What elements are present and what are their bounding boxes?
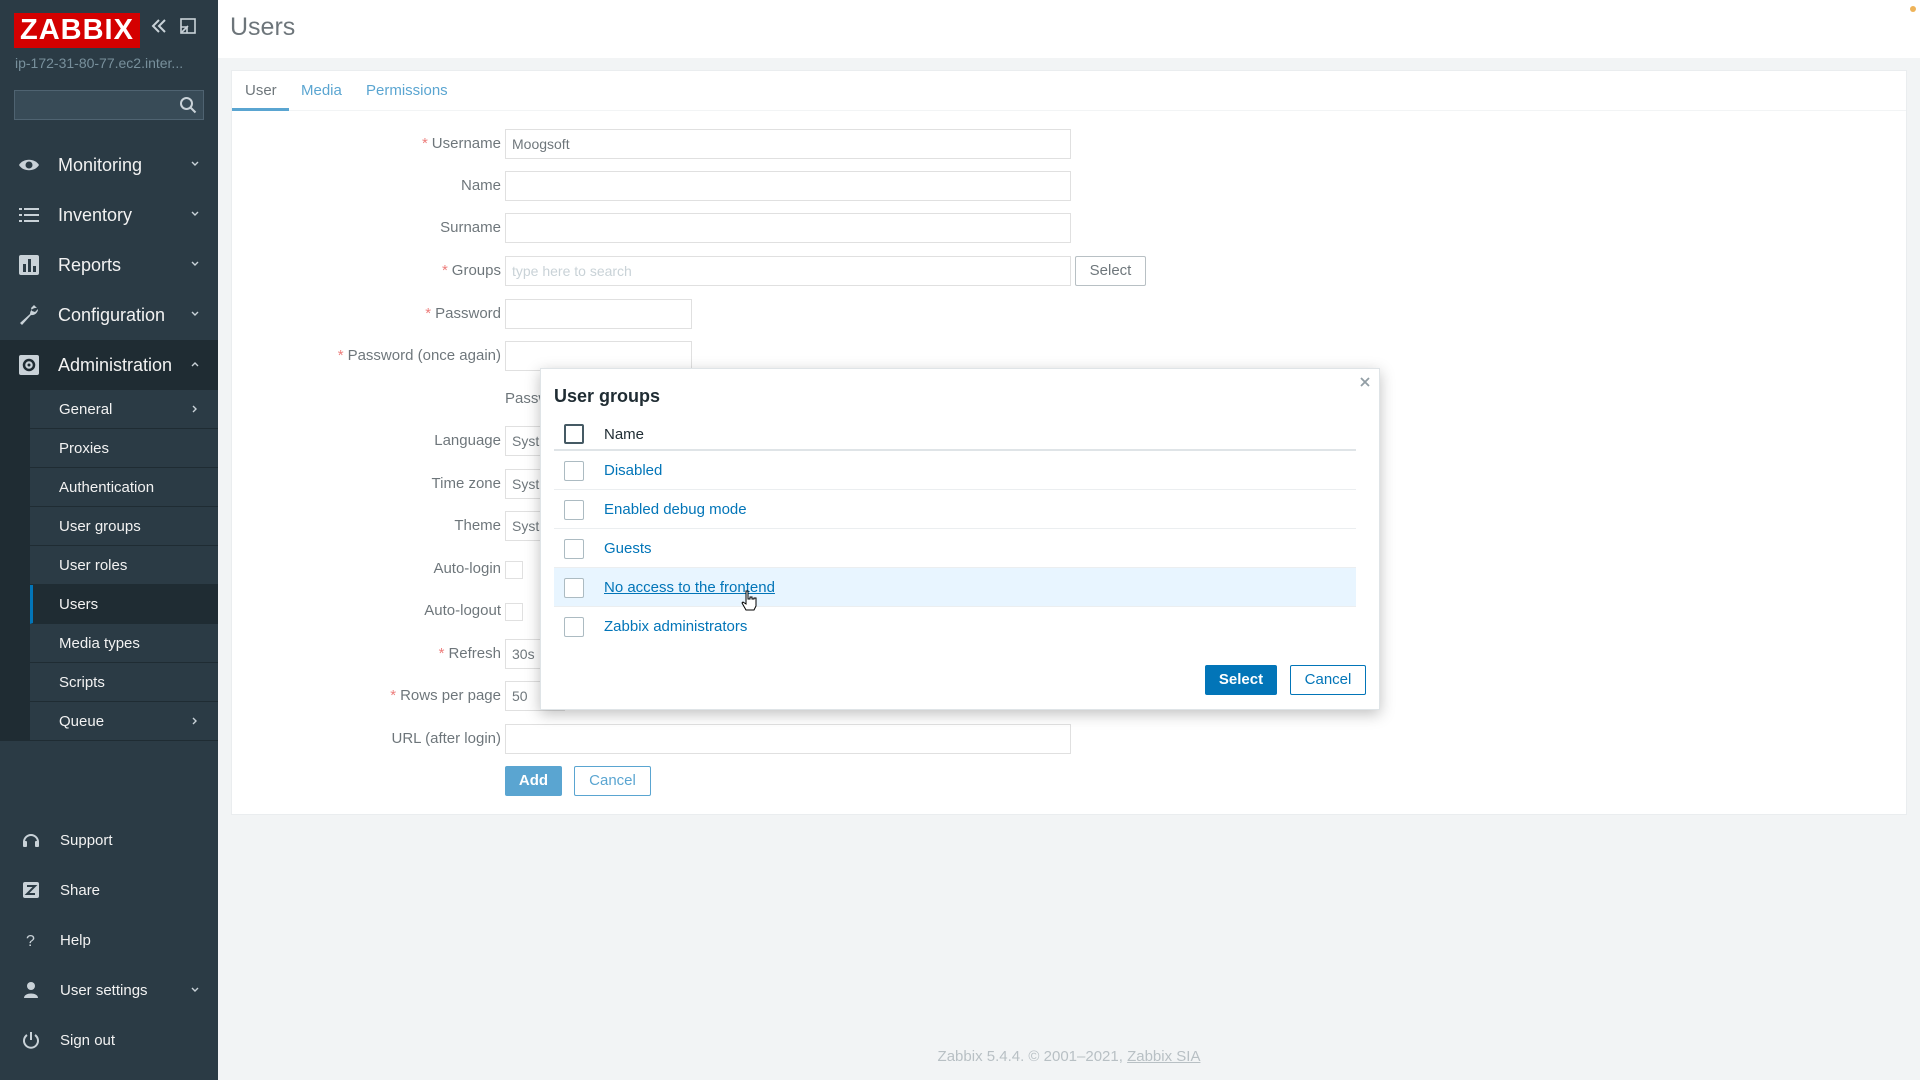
menu-configuration-label: Configuration	[58, 304, 166, 325]
submenu-proxies[interactable]: Proxies	[30, 429, 218, 468]
menu-monitoring[interactable]: Monitoring	[0, 140, 218, 190]
menu-sign-out-label: Sign out	[60, 1031, 116, 1049]
chevron-down-icon	[191, 261, 199, 266]
submenu-label: User groups	[59, 517, 141, 535]
submenu-users[interactable]: Users	[30, 585, 218, 624]
collapse-sidebar-icon[interactable]	[149, 16, 169, 36]
column-name-header: Name	[604, 426, 645, 443]
close-icon[interactable]	[1358, 375, 1372, 389]
user-groups-table: Name Disabled Enabled debug mode Guests …	[554, 417, 1356, 646]
headset-icon	[23, 834, 39, 847]
menu-monitoring-label: Monitoring	[58, 154, 143, 175]
menu-configuration[interactable]: Configuration	[0, 290, 218, 340]
submenu-user-roles[interactable]: User roles	[30, 546, 218, 585]
sidebar: ZABBIX ip-172-31-80-77.ec2.inter... Moni…	[0, 0, 218, 1080]
menu-share-label: Share	[60, 881, 101, 899]
menu-inventory-label: Inventory	[58, 204, 133, 225]
submenu-label: Authentication	[59, 478, 155, 496]
group-link[interactable]: Disabled	[604, 462, 662, 479]
submenu-label: Users	[59, 595, 99, 613]
menu-help[interactable]: ? Help	[0, 915, 218, 965]
chevron-down-icon	[191, 311, 199, 316]
submenu-authentication[interactable]: Authentication	[30, 468, 218, 507]
submenu-media-types[interactable]: Media types	[30, 624, 218, 663]
menu-administration[interactable]: Administration	[0, 340, 218, 390]
submenu-scripts[interactable]: Scripts	[30, 663, 218, 702]
main-menu: Monitoring Inventory Reports Configurati…	[0, 140, 218, 741]
user-groups-dialog: User groups Name Disabled Enabled debug …	[540, 368, 1380, 710]
submenu-label: Queue	[59, 712, 105, 730]
dialog-select-button[interactable]: Select	[1205, 665, 1277, 695]
search-icon[interactable]	[179, 96, 197, 114]
menu-administration-label: Administration	[58, 354, 173, 375]
table-header: Name	[554, 417, 1356, 451]
gear-icon	[19, 355, 39, 375]
server-name: ip-172-31-80-77.ec2.inter...	[15, 55, 184, 71]
submenu-user-groups[interactable]: User groups	[30, 507, 218, 546]
list-icon	[19, 208, 39, 222]
submenu-label: Scripts	[59, 673, 105, 691]
svg-text:?: ?	[26, 933, 35, 950]
select-all-checkbox[interactable]	[564, 424, 584, 444]
row-checkbox[interactable]	[564, 500, 584, 520]
dialog-cancel-button[interactable]: Cancel	[1290, 665, 1366, 695]
row-checkbox[interactable]	[564, 461, 584, 481]
help-icon: ?	[26, 933, 35, 950]
group-link[interactable]: Guests	[604, 540, 652, 557]
chevron-down-icon	[191, 211, 199, 216]
zabbix-logo[interactable]: ZABBIX	[14, 12, 140, 48]
table-row: Guests	[554, 529, 1356, 568]
sidebar-search-input[interactable]	[14, 90, 204, 120]
chevron-down-icon	[191, 987, 199, 992]
menu-support-label: Support	[60, 831, 113, 849]
bar-chart-icon	[19, 255, 39, 275]
user-icon	[24, 982, 38, 998]
menu-help-label: Help	[60, 931, 91, 949]
wrench-icon	[20, 305, 39, 325]
menu-sign-out[interactable]: Sign out	[0, 1015, 218, 1065]
eye-icon	[19, 159, 39, 171]
submenu-label: General	[59, 400, 113, 418]
menu-reports[interactable]: Reports	[0, 240, 218, 290]
group-link[interactable]: Zabbix administrators	[604, 618, 747, 635]
group-link[interactable]: Enabled debug mode	[604, 501, 747, 518]
chevron-down-icon	[191, 161, 199, 166]
row-checkbox[interactable]	[564, 578, 584, 598]
bottom-menu: Support Share ? Help User settings Sign …	[0, 815, 218, 1065]
menu-reports-label: Reports	[58, 254, 122, 275]
menu-inventory[interactable]: Inventory	[0, 190, 218, 240]
logo-row: ZABBIX	[14, 12, 140, 48]
hand-cursor-icon	[741, 590, 757, 611]
menu-user-settings-label: User settings	[60, 981, 148, 999]
dialog-title: User groups	[554, 386, 661, 406]
share-icon	[23, 882, 39, 898]
chevron-up-icon	[191, 362, 199, 367]
table-row: Zabbix administrators	[554, 607, 1356, 646]
menu-share[interactable]: Share	[0, 865, 218, 915]
power-icon	[23, 1032, 39, 1049]
table-row: Enabled debug mode	[554, 490, 1356, 529]
submenu-label: User roles	[59, 556, 128, 574]
table-row: No access to the frontend	[554, 568, 1356, 607]
administration-submenu: General Proxies Authentication User grou…	[0, 390, 218, 741]
submenu-label: Proxies	[59, 439, 110, 457]
submenu-label: Media types	[59, 634, 140, 652]
chevron-right-icon	[192, 717, 197, 725]
menu-support[interactable]: Support	[0, 815, 218, 865]
chevron-right-icon	[192, 405, 197, 413]
row-checkbox[interactable]	[564, 617, 584, 637]
menu-user-settings[interactable]: User settings	[0, 965, 218, 1015]
row-checkbox[interactable]	[564, 539, 584, 559]
submenu-queue[interactable]: Queue	[30, 702, 218, 741]
table-row: Disabled	[554, 451, 1356, 490]
submenu-general[interactable]: General	[30, 390, 218, 429]
kiosk-mode-icon[interactable]	[178, 16, 198, 36]
